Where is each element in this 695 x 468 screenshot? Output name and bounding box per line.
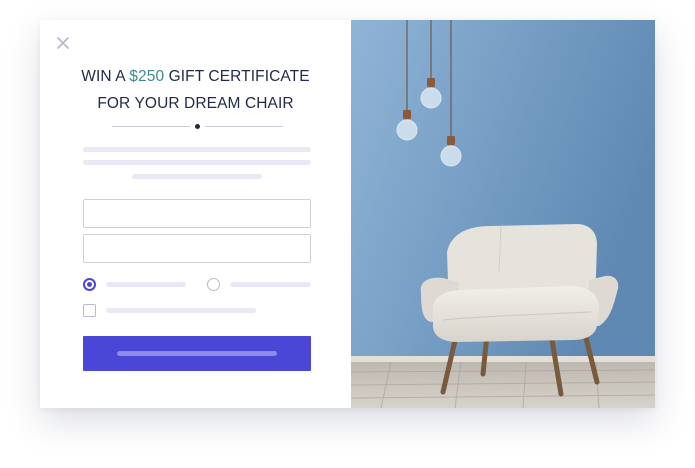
- divider-dot: [195, 124, 200, 129]
- submit-label: [117, 351, 277, 356]
- consent-label: [106, 308, 256, 313]
- close-icon[interactable]: [57, 36, 69, 49]
- description-line-2: [83, 160, 311, 165]
- radio-option-2[interactable]: [207, 278, 220, 291]
- name-field[interactable]: [83, 199, 311, 228]
- popup-title: WIN A $250 GIFT CERTIFICATE FOR YOUR DRE…: [40, 63, 351, 117]
- chair-image: [351, 20, 655, 408]
- divider-left: [112, 126, 190, 127]
- chair-illustration: [351, 20, 655, 408]
- title-line-2: FOR YOUR DREAM CHAIR: [97, 95, 294, 112]
- radio-option-1-label: [106, 282, 186, 287]
- title-prefix: WIN A: [81, 68, 130, 85]
- radio-option-1[interactable]: [83, 278, 96, 291]
- popup-modal: WIN A $250 GIFT CERTIFICATE FOR YOUR DRE…: [40, 20, 655, 408]
- title-suffix: GIFT CERTIFICATE: [164, 68, 310, 85]
- form-panel: WIN A $250 GIFT CERTIFICATE FOR YOUR DRE…: [40, 20, 351, 408]
- email-field[interactable]: [83, 234, 311, 263]
- divider-right: [205, 126, 283, 127]
- radio-option-2-label: [230, 282, 311, 287]
- prize-amount: $250: [129, 68, 165, 85]
- consent-checkbox[interactable]: [83, 304, 96, 317]
- description-line-3: [132, 174, 262, 179]
- description-line-1: [83, 147, 311, 152]
- submit-button[interactable]: [83, 336, 311, 371]
